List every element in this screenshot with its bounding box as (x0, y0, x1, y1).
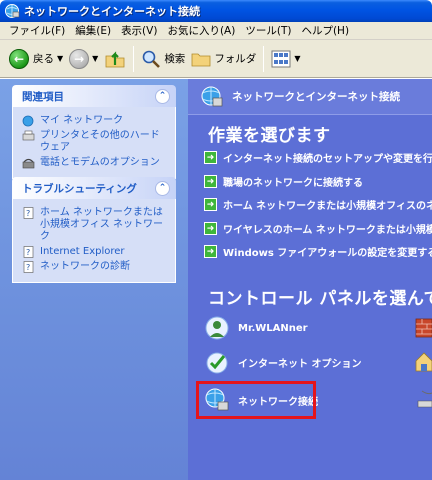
related-panel: 関連項目 ⌃ マイ ネットワーク プリンタとその他のハードウェア 電話とモデムの… (12, 85, 176, 179)
troubleshooting-panel: トラブルシューティング ⌃ ? ホーム ネットワークまたは小規模オフィス ネット… (12, 177, 176, 283)
printer-icon (22, 130, 35, 141)
forward-dropdown-icon[interactable]: ▼ (92, 54, 98, 63)
help-document-icon: ? (23, 246, 34, 258)
task-item-work-network[interactable]: ➜ 職場のネットワークに接続する (204, 174, 363, 189)
back-button[interactable]: ← 戻る ▼ (6, 44, 66, 74)
menu-view[interactable]: 表示(V) (116, 23, 162, 38)
troubleshoot-item-home-network[interactable]: ? ホーム ネットワークまたは小規模オフィス ネットワーク (22, 207, 169, 243)
folders-icon (191, 53, 211, 66)
menu-bar: ファイル(F) 編集(E) 表示(V) お気に入り(A) ツール(T) ヘルプ(… (0, 22, 432, 40)
task-label: ワイヤレスのホーム ネットワークまたは小規模オフィス (223, 225, 432, 236)
task-item-internet-setup[interactable]: ➜ インターネット接続のセットアップや変更を行う (204, 150, 432, 165)
cp-item-mrwlanner[interactable]: Mr.WLANner (204, 315, 308, 341)
task-pane: 関連項目 ⌃ マイ ネットワーク プリンタとその他のハードウェア 電話とモデムの… (0, 79, 188, 480)
toolbar: ← 戻る ▼ → ▼ 検索 フォルダ ▼ (0, 40, 432, 78)
views-button[interactable]: ▼ (268, 44, 303, 74)
title-bar: ネットワークとインターネット接続 (0, 0, 432, 22)
troubleshoot-item-diagnosis[interactable]: ? ネットワークの診断 (22, 261, 169, 273)
network-globe-icon (201, 86, 223, 106)
category-content: ネットワークとインターネット接続 作業を選びます ➜ インターネット接続のセット… (188, 79, 432, 480)
troubleshooting-panel-body: ? ホーム ネットワークまたは小規模オフィス ネットワーク ? Internet… (12, 199, 176, 283)
help-document-icon: ? (23, 207, 34, 219)
task-label: インターネット接続のセットアップや変更を行う (223, 154, 432, 165)
green-arrow-icon: ➜ (204, 198, 217, 211)
wireless-network-icon (417, 390, 432, 408)
green-arrow-icon: ➜ (204, 151, 217, 164)
related-item-printers[interactable]: プリンタとその他のハードウェア (22, 130, 169, 154)
network-globe-icon (5, 4, 20, 18)
menu-edit[interactable]: 編集(E) (70, 23, 116, 38)
related-item-label: マイ ネットワーク (40, 115, 124, 126)
toolbar-separator (133, 45, 135, 72)
collapse-icon[interactable]: ⌃ (155, 88, 170, 104)
related-panel-body: マイ ネットワーク プリンタとその他のハードウェア 電話とモデムのオプション (12, 107, 176, 179)
related-panel-title: 関連項目 (22, 90, 64, 103)
toolbar-separator (263, 45, 265, 72)
troubleshooting-panel-header[interactable]: トラブルシューティング ⌃ (12, 177, 176, 199)
cp-item-label: インターネット オプション (238, 358, 362, 370)
home-network-icon (415, 352, 432, 372)
menu-help[interactable]: ヘルプ(H) (296, 23, 354, 38)
collapse-icon[interactable]: ⌃ (155, 180, 170, 196)
phone-modem-icon (22, 158, 35, 169)
task-item-wireless-network[interactable]: ➜ ワイヤレスのホーム ネットワークまたは小規模オフィス (204, 221, 432, 236)
green-arrow-icon: ➜ (204, 222, 217, 235)
cp-item-label: Mr.WLANner (238, 322, 308, 334)
svg-text:?: ? (26, 209, 30, 218)
menu-tools[interactable]: ツール(T) (240, 23, 296, 38)
help-document-icon: ? (23, 261, 34, 273)
search-button[interactable]: 検索 (138, 44, 188, 74)
forward-button[interactable]: → ▼ (66, 44, 101, 74)
back-label: 戻る (33, 53, 54, 65)
folders-button[interactable]: フォルダ (188, 44, 259, 74)
up-folder-button[interactable] (101, 44, 129, 74)
tasks-title: 作業を選びます (208, 126, 331, 146)
forward-arrow-icon: → (69, 48, 90, 69)
up-folder-icon (105, 50, 125, 67)
svg-text:?: ? (26, 248, 30, 257)
search-icon (143, 50, 161, 68)
green-arrow-icon: ➜ (204, 245, 217, 258)
category-header: ネットワークとインターネット接続 (188, 79, 432, 115)
window-title: ネットワークとインターネット接続 (24, 5, 200, 18)
cp-item-internet-options[interactable]: インターネット オプション (204, 349, 361, 375)
network-icon (22, 115, 34, 127)
firewall-brick-icon (415, 318, 432, 338)
highlight-box (196, 381, 316, 419)
internet-options-icon (206, 352, 228, 374)
troubleshoot-item-ie[interactable]: ? Internet Explorer (22, 246, 169, 258)
troubleshooting-panel-title: トラブルシューティング (22, 182, 137, 195)
related-item-my-network[interactable]: マイ ネットワーク (22, 115, 169, 127)
back-dropdown-icon[interactable]: ▼ (57, 54, 63, 63)
back-arrow-icon: ← (9, 48, 29, 69)
troubleshoot-item-label: Internet Explorer (40, 246, 125, 257)
mrwlanner-icon (205, 316, 229, 340)
task-label: ホーム ネットワークまたは小規模オフィスのネットワ (223, 201, 432, 212)
views-dropdown-icon[interactable]: ▼ (294, 54, 300, 63)
menu-favorites[interactable]: お気に入り(A) (162, 23, 240, 38)
search-label: 検索 (164, 53, 186, 65)
control-panel-title: コントロール パネルを選んで実 (208, 289, 432, 309)
views-grid-icon (271, 50, 291, 67)
related-item-label: プリンタとその他のハードウェア (40, 130, 160, 153)
troubleshoot-item-label: ホーム ネットワークまたは小規模オフィス ネットワーク (40, 207, 163, 242)
troubleshoot-item-label: ネットワークの診断 (40, 261, 130, 272)
task-item-firewall[interactable]: ➜ Windows ファイアウォールの設定を変更する (204, 244, 432, 259)
related-item-label: 電話とモデムのオプション (40, 157, 160, 168)
svg-text:?: ? (26, 263, 30, 272)
menu-file[interactable]: ファイル(F) (4, 23, 70, 38)
related-item-phone-modem[interactable]: 電話とモデムのオプション (22, 157, 169, 169)
green-arrow-icon: ➜ (204, 175, 217, 188)
related-panel-header[interactable]: 関連項目 ⌃ (12, 85, 176, 107)
task-item-home-network[interactable]: ➜ ホーム ネットワークまたは小規模オフィスのネットワ (204, 197, 432, 212)
task-label: Windows ファイアウォールの設定を変更する (223, 248, 432, 259)
folders-label: フォルダ (214, 53, 257, 65)
category-header-title: ネットワークとインターネット接続 (232, 91, 400, 103)
task-label: 職場のネットワークに接続する (223, 178, 363, 189)
